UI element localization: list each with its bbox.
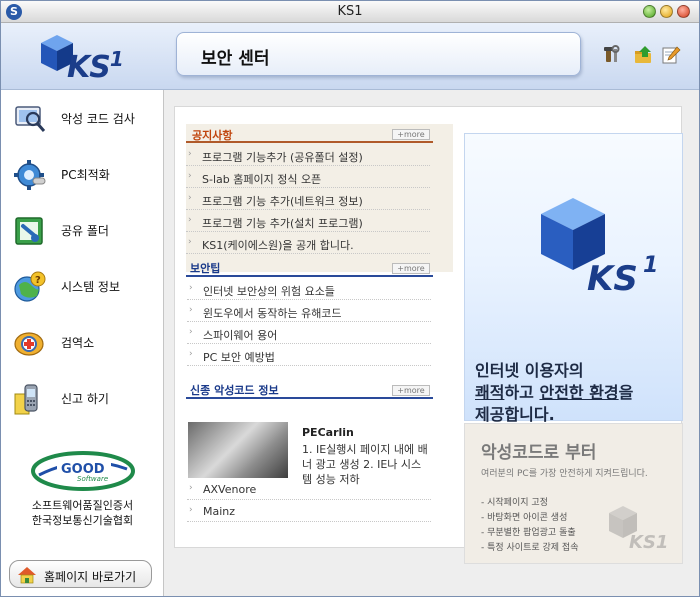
main-panel: 공지사항 +more › 프로그램 기능추가 (공유폴더 설정) › S-lab 홈… [174, 106, 683, 564]
sidebar-item-label: 공유 폴더 [61, 224, 109, 238]
ks1-watermark-logo: KS1 [609, 506, 668, 553]
new-malware-title: 신종 악성코드 정보 [190, 384, 279, 397]
logo-text: KS1 [67, 47, 124, 85]
quarantine-icon [14, 332, 44, 356]
list-item[interactable]: › S-lab 홈페이지 정식 오픈 [186, 166, 430, 188]
sidebar-item-label: PC최적화 [61, 168, 110, 182]
ks1-logo: KS1 [37, 31, 133, 85]
main-content: 공지사항 +more › 프로그램 기능추가 (공유폴더 설정) › S-lab 홈… [164, 90, 699, 596]
security-tips-more-button[interactable]: +more [392, 263, 430, 274]
page-title-box: 보안 센터 [176, 32, 581, 76]
malware-name[interactable]: PECarlin [302, 426, 354, 439]
arrow-icon: › [188, 237, 192, 247]
sidebar-item-quarantine[interactable]: 검역소 [1, 320, 164, 364]
svg-text:1: 1 [643, 253, 658, 278]
good-software-logo: GOOD Software [31, 451, 135, 491]
sidebar-item-shared-folder[interactable]: 공유 폴더 [1, 208, 164, 252]
notices-more-button[interactable]: +more [392, 129, 430, 140]
arrow-icon: › [188, 149, 192, 159]
list-item[interactable]: › 프로그램 기능 추가(설치 프로그램) [186, 210, 430, 232]
arrow-icon: › [188, 215, 192, 225]
promo-panel: 악성코드로 부터 여러분의 PC를 가장 안전하게 지켜드립니다. - 시작페이… [464, 423, 683, 564]
svg-text:?: ? [35, 275, 41, 286]
report-icon [14, 384, 38, 415]
notices-divider [186, 141, 433, 143]
promo-subtitle: 여러분의 PC를 가장 안전하게 지켜드립니다. [481, 469, 648, 479]
system-info-icon: ? [14, 271, 46, 302]
arrow-icon: › [189, 505, 193, 515]
list-item[interactable]: › 스파이웨어 용어 [187, 322, 431, 344]
list-item[interactable]: › KS1(케이에스원)을 공개 합니다. [186, 232, 430, 254]
sidebar-item-malware-scan[interactable]: 악성 코드 검사 [1, 96, 164, 140]
list-item[interactable]: › AXVenore [187, 478, 431, 500]
banner-slogan: 인터넷 이용자의 쾌적하고 안전한 환경을 제공합니다. [475, 361, 634, 424]
notices-section: 공지사항 +more › 프로그램 기능추가 (공유폴더 설정) › S-lab 홈… [186, 124, 453, 272]
promo-feature: - 바탕화면 아이콘 생성 [481, 513, 568, 523]
title-bar[interactable]: S KS1 [1, 1, 699, 23]
arrow-icon: › [189, 305, 193, 315]
sidebar-item-report[interactable]: 신고 하기 [1, 376, 164, 420]
homepage-button[interactable]: 홈페이지 바로가기 [9, 560, 152, 588]
security-tips-divider [186, 275, 433, 277]
window-title: KS1 [337, 4, 363, 19]
list-item[interactable]: › 프로그램 기능추가 (공유폴더 설정) [186, 144, 430, 166]
sidebar-item-pc-optimize[interactable]: PC최적화 [1, 152, 164, 196]
upload-icon[interactable] [633, 45, 653, 65]
sidebar-item-label: 검역소 [61, 336, 95, 350]
ks1-banner-logo: KS 1 [541, 198, 658, 299]
list-item[interactable]: › 인터넷 보안상의 위험 요소들 [187, 278, 431, 300]
list-item[interactable]: › PC 보안 예방법 [187, 344, 431, 366]
svg-text:KS: KS [587, 259, 638, 299]
arrow-icon: › [189, 349, 193, 359]
sidebar-item-label: 악성 코드 검사 [61, 112, 135, 126]
app-window: S KS1 KS1 보안 센터 악성 코드 검사 PC최적화 공유 폴더 ? 시… [0, 0, 700, 597]
sidebar: 악성 코드 검사 PC최적화 공유 폴더 ? 시스템 정보 검역소 신고 하기 … [1, 90, 164, 596]
promo-feature: - 특정 사이트로 강제 접속 [481, 543, 579, 553]
minimize-button[interactable] [643, 5, 656, 18]
sidebar-item-label: 시스템 정보 [61, 280, 121, 294]
home-icon [18, 567, 36, 584]
promo-feature: - 시작페이지 고정 [481, 498, 548, 508]
arrow-icon: › [188, 193, 192, 203]
arrow-icon: › [189, 483, 193, 493]
magnifier-icon [15, 106, 46, 132]
new-malware-divider [186, 397, 433, 399]
gear-icon [14, 160, 46, 190]
svg-text:KS1: KS1 [629, 532, 668, 553]
list-item[interactable]: › 프로그램 기능 추가(네트워크 정보) [186, 188, 430, 210]
certification-text: 소프트웨어품질인증서 한국정보통신기술협회 [31, 499, 134, 527]
svg-text:Software: Software [77, 475, 108, 483]
tools-icon[interactable] [603, 45, 623, 65]
promo-title: 악성코드로 부터 [481, 443, 597, 463]
promo-feature: - 무분별한 팝업광고 돌출 [481, 528, 576, 538]
sidebar-item-label: 신고 하기 [61, 392, 109, 406]
maximize-button[interactable] [660, 5, 673, 18]
arrow-icon: › [188, 171, 192, 181]
list-item[interactable]: › Mainz [187, 500, 431, 522]
arrow-icon: › [189, 283, 193, 293]
malware-thumbnail[interactable] [188, 422, 288, 478]
close-button[interactable] [677, 5, 690, 18]
security-tips-title: 보안팁 [190, 262, 221, 275]
header: KS1 보안 센터 [1, 23, 699, 90]
homepage-button-label: 홈페이지 바로가기 [44, 570, 137, 584]
ks1-banner[interactable]: KS 1 인터넷 이용자의 쾌적하고 안전한 환경을 제공합니다. [464, 133, 683, 424]
page-title: 보안 센터 [201, 49, 270, 69]
new-malware-more-button[interactable]: +more [392, 385, 430, 396]
shared-folder-icon [15, 217, 43, 245]
list-item[interactable]: › 윈도우에서 동작하는 유해코드 [187, 300, 431, 322]
arrow-icon: › [189, 327, 193, 337]
edit-icon[interactable] [661, 45, 681, 65]
sidebar-item-system-info[interactable]: ? 시스템 정보 [1, 264, 164, 308]
